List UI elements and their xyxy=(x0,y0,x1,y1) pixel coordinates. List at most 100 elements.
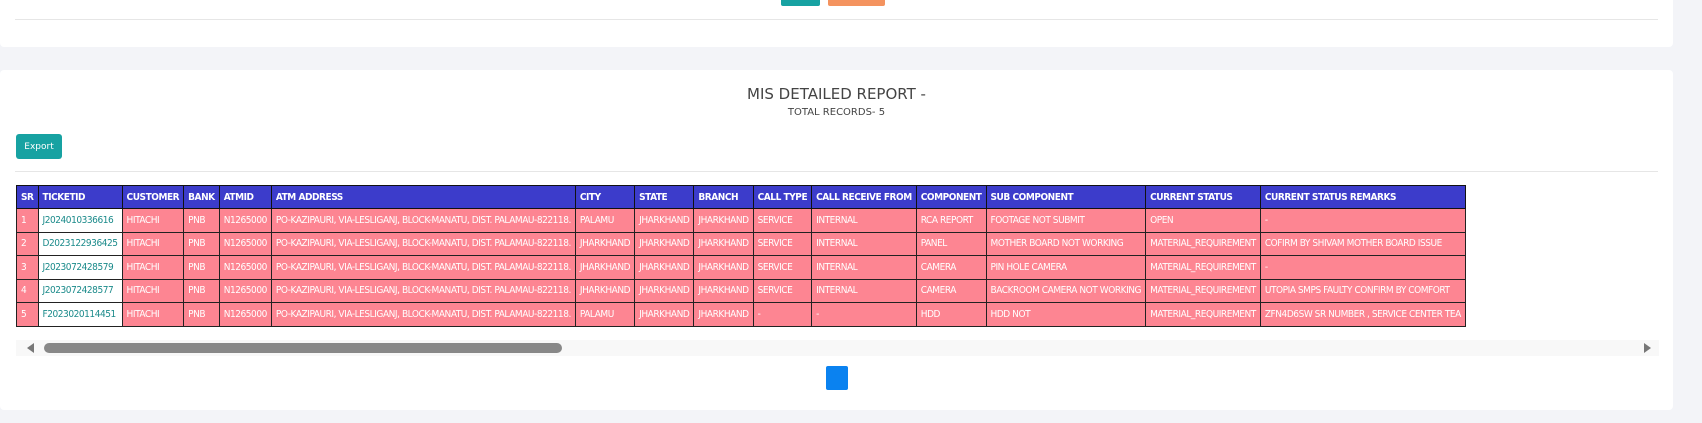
report-title: MIS DETAILED REPORT - xyxy=(747,85,926,103)
table-cell: PO-KAZIPAURI, VIA-LESLIGANJ, BLOCK-MANAT… xyxy=(270,208,576,233)
table-cell: MATERIAL_REQUIREMENT xyxy=(1145,278,1261,303)
column-header: CUSTOMER xyxy=(121,185,185,209)
table-cell: JHARKHAND xyxy=(693,231,754,256)
divider xyxy=(15,171,1658,172)
table-cell: COFIRM BY SHIVAM MOTHER BOARD ISSUE xyxy=(1259,231,1466,256)
table-cell: JHARKHAND xyxy=(574,255,636,280)
table-cell: HDD xyxy=(915,302,987,327)
table-cell: HITACHI xyxy=(121,208,185,233)
table-header-row: SR TICKETID CUSTOMER BANK ATMID ATM ADDRESS CI… xyxy=(16,185,1466,209)
table-cell: JHARKHAND xyxy=(574,231,636,256)
table-cell: JHARKHAND xyxy=(634,231,695,256)
table-cell: PIN HOLE CAMERA xyxy=(985,255,1147,280)
table-cell: HITACHI xyxy=(121,302,185,327)
table-cell: HDD NOT xyxy=(985,302,1147,327)
table-cell: - xyxy=(811,302,917,327)
table-cell: SERVICE xyxy=(752,255,813,280)
table-cell: JHARKHAND xyxy=(634,302,695,327)
table-cell: N1265000 xyxy=(218,278,272,303)
table-cell: INTERNAL xyxy=(811,231,917,256)
table-row: 2 D2023122936425 HITACHI PNB N1265000 PO-KAZI… xyxy=(16,231,1466,256)
table-cell: PO-KAZIPAURI, VIA-LESLIGANJ, BLOCK-MANAT… xyxy=(270,302,576,327)
table-cell: JHARKHAND xyxy=(634,208,695,233)
column-header: STATE xyxy=(634,185,695,209)
table-cell: INTERNAL xyxy=(811,255,917,280)
ticket-id-link[interactable]: J2024010336616 xyxy=(37,208,123,233)
top-card xyxy=(0,0,1673,47)
table-row: 5 F2023020114451 HITACHI PNB N1265000 PO-KAZI… xyxy=(16,302,1466,327)
table-cell: 5 xyxy=(16,302,39,327)
table-cell: JHARKHAND xyxy=(574,278,636,303)
table-cell: JHARKHAND xyxy=(693,208,754,233)
table-cell: JHARKHAND xyxy=(693,255,754,280)
total-records: TOTAL RECORDS- 5 xyxy=(787,107,886,118)
table-cell: PO-KAZIPAURI, VIA-LESLIGANJ, BLOCK-MANAT… xyxy=(270,231,576,256)
table-cell: N1265000 xyxy=(218,231,272,256)
triangle-left-icon[interactable] xyxy=(27,343,34,353)
table-cell: PNB xyxy=(183,255,220,280)
table-cell: MATERIAL_REQUIREMENT xyxy=(1145,302,1261,327)
table-cell: 4 xyxy=(16,278,39,303)
table-row: 3 J2023072428579 HITACHI PNB N1265000 PO-KAZI… xyxy=(16,255,1466,280)
column-header: CURRENT STATUS REMARKS xyxy=(1259,185,1466,209)
table-cell: 2 xyxy=(16,231,39,256)
table-cell: N1265000 xyxy=(218,302,272,327)
table-cell: PALAMU xyxy=(574,208,636,233)
column-header: CURRENT STATUS xyxy=(1145,185,1261,209)
table-cell: 3 xyxy=(16,255,39,280)
table-cell: BACKROOM CAMERA NOT WORKING xyxy=(985,278,1147,303)
ticket-id-link[interactable]: F2023020114451 xyxy=(37,302,123,327)
column-header: COMPONENT xyxy=(915,185,987,209)
scroll-thumb[interactable] xyxy=(44,343,562,353)
table-cell: FOOTAGE NOT SUBMIT xyxy=(985,208,1147,233)
table-cell: ZFN4D6SW SR NUMBER , SERVICE CENTER TEA xyxy=(1259,302,1466,327)
table-cell: JHARKHAND xyxy=(693,302,754,327)
page-button-current[interactable]: 1 xyxy=(826,366,848,390)
table-cell: JHARKHAND xyxy=(634,278,695,303)
ticket-id-link[interactable]: J2023072428577 xyxy=(37,278,123,303)
table-cell: PO-KAZIPAURI, VIA-LESLIGANJ, BLOCK-MANAT… xyxy=(270,255,576,280)
column-header: CITY xyxy=(574,185,636,209)
column-header: CALL RECEIVE FROM xyxy=(811,185,917,209)
table-cell: - xyxy=(1259,208,1466,233)
table-body: 1 J2024010336616 HITACHI PNB N1265000 PO-KAZI… xyxy=(16,208,1466,327)
column-header: TICKETID xyxy=(37,185,123,209)
table-cell: PALAMU xyxy=(574,302,636,327)
submit-button[interactable] xyxy=(781,0,820,6)
table-cell: INTERNAL xyxy=(811,278,917,303)
table-cell: JHARKHAND xyxy=(693,278,754,303)
table-cell: PNB xyxy=(183,231,220,256)
report-table: SR TICKETID CUSTOMER BANK ATMID ATM ADDRESS CI… xyxy=(16,185,1466,327)
column-header: CALL TYPE xyxy=(752,185,813,209)
table-cell: HITACHI xyxy=(121,231,185,256)
table-cell: OPEN xyxy=(1145,208,1261,233)
table-cell: JHARKHAND xyxy=(634,255,695,280)
horizontal-scrollbar[interactable] xyxy=(16,340,1659,356)
reset-button[interactable] xyxy=(828,0,885,6)
column-header: ATM ADDRESS xyxy=(270,185,576,209)
table-cell: - xyxy=(752,302,813,327)
table-cell: RCA REPORT xyxy=(915,208,987,233)
column-header: ATMID xyxy=(218,185,272,209)
ticket-id-link[interactable]: D2023122936425 xyxy=(37,231,123,256)
table-cell: PANEL xyxy=(915,231,987,256)
table-cell: PO-KAZIPAURI, VIA-LESLIGANJ, BLOCK-MANAT… xyxy=(270,278,576,303)
table-cell: HITACHI xyxy=(121,255,185,280)
export-button[interactable]: Export xyxy=(16,134,62,159)
table-cell: PNB xyxy=(183,302,220,327)
table-cell: SERVICE xyxy=(752,208,813,233)
triangle-right-icon[interactable] xyxy=(1644,343,1651,353)
ticket-id-link[interactable]: J2023072428579 xyxy=(37,255,123,280)
column-header: BRANCH xyxy=(693,185,754,209)
table-cell: SERVICE xyxy=(752,231,813,256)
column-header: BANK xyxy=(183,185,220,209)
report-card: MIS DETAILED REPORT - TOTAL RECORDS- 5 E… xyxy=(0,70,1673,410)
table-cell: INTERNAL xyxy=(811,208,917,233)
table-row: 1 J2024010336616 HITACHI PNB N1265000 PO-KAZI… xyxy=(16,208,1466,233)
table-cell: - xyxy=(1259,255,1466,280)
table-cell: PNB xyxy=(183,208,220,233)
table-cell: MATERIAL_REQUIREMENT xyxy=(1145,231,1261,256)
table-row: 4 J2023072428577 HITACHI PNB N1265000 PO-KAZI… xyxy=(16,278,1466,303)
table-cell: UTOPIA SMPS FAULTY CONFIRM BY COMFORT xyxy=(1259,278,1466,303)
table-cell: MOTHER BOARD NOT WORKING xyxy=(985,231,1147,256)
